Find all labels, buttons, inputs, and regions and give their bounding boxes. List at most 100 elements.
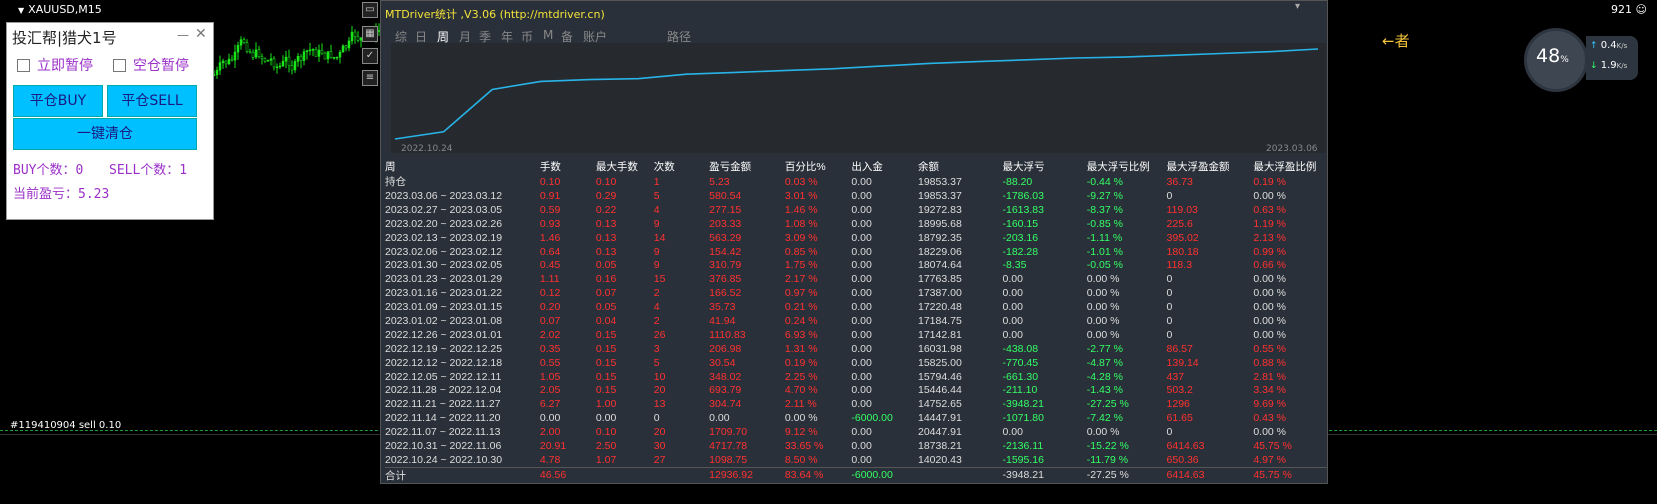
table-cell: 0.00: [851, 370, 872, 383]
table-row[interactable]: 2022.12.26 ~ 2023.01.01 2.02 0.15 26 1110.83…: [385, 328, 1327, 342]
candle-body: [323, 52, 327, 60]
candle-body: [245, 42, 249, 52]
table-row[interactable]: 2023.03.06 ~ 2023.03.12 0.91 0.29 5 580.54 3.…: [385, 189, 1327, 203]
table-cell: 1.05: [539, 370, 561, 383]
col-header[interactable]: 最大浮盈金额: [1167, 159, 1254, 174]
table-cell: -11.79 %: [1086, 453, 1129, 466]
table-row[interactable]: 2022.12.12 ~ 2022.12.18 0.55 0.15 5 30.54 0.1…: [385, 356, 1327, 370]
total-cell: -27.25 %: [1086, 466, 1167, 483]
candle-body: [239, 39, 243, 46]
table-cell: 4: [653, 203, 660, 216]
table-cell: 1.19 %: [1253, 217, 1287, 230]
table-row[interactable]: 2023.01.30 ~ 2023.02.05 0.45 0.05 9 310.79 1.…: [385, 258, 1327, 272]
table-row[interactable]: 2023.02.20 ~ 2023.02.26 0.93 0.13 9 203.33 1.…: [385, 217, 1327, 231]
table-cell: 0.15: [595, 356, 617, 369]
col-header[interactable]: 周: [385, 159, 540, 174]
table-cell: 2.13 %: [1253, 231, 1287, 244]
table-cell: -211.10: [1002, 384, 1038, 397]
close-buy-button[interactable]: 平仓BUY: [13, 85, 103, 117]
candle-body: [218, 62, 222, 71]
table-cell: 0: [1166, 273, 1173, 286]
table-cell: -9.27 %: [1086, 189, 1123, 202]
table-row[interactable]: 2022.11.07 ~ 2022.11.13 2.00 0.10 20 1709.70…: [385, 425, 1327, 439]
table-row[interactable]: 2023.01.09 ~ 2023.01.15 0.20 0.05 4 35.73 0.2…: [385, 300, 1327, 314]
table-cell: 0.15: [595, 342, 617, 355]
network-monitor-widget[interactable]: ↑ 0.4K/s ↓ 1.9K/s 48%: [1524, 28, 1640, 92]
table-cell: 2022.11.21 ~ 2022.11.27: [385, 398, 501, 411]
col-header[interactable]: 最大浮盈比例: [1253, 159, 1327, 174]
candle-body: [341, 45, 345, 53]
pause-empty-checkbox[interactable]: [113, 59, 126, 72]
table-row[interactable]: 2023.02.27 ~ 2023.03.05 0.59 0.22 4 277.15 1.…: [385, 203, 1327, 217]
table-cell: 376.85: [709, 273, 742, 286]
candle-body: [221, 60, 225, 63]
table-cell: 0.00 %: [1086, 328, 1120, 341]
pause-now-checkbox[interactable]: [17, 59, 30, 72]
table-cell: 19272.83: [917, 203, 962, 216]
table-row[interactable]: 2022.12.19 ~ 2022.12.25 0.35 0.15 3 206.98 1.…: [385, 342, 1327, 356]
table-cell: 0.00 %: [1253, 328, 1287, 341]
table-cell: 6414.63: [1166, 439, 1205, 452]
table-cell: -0.44 %: [1086, 175, 1123, 188]
candle-body: [338, 52, 342, 58]
candle-body: [320, 49, 324, 54]
upload-speed: 0.4: [1600, 40, 1617, 51]
candle-body: [263, 58, 267, 62]
candle-body: [335, 56, 339, 59]
table-row[interactable]: 2023.02.06 ~ 2023.02.12 0.64 0.13 9 154.42 0.…: [385, 245, 1327, 259]
table-row[interactable]: 2023.01.02 ~ 2023.01.08 0.07 0.04 2 41.94 0.2…: [385, 314, 1327, 328]
table-row[interactable]: 2023.01.16 ~ 2023.01.22 0.12 0.07 2 166.52 0.…: [385, 286, 1327, 300]
toolbox-icon[interactable]: ▦: [362, 26, 378, 42]
close-sell-button[interactable]: 平仓SELL: [107, 85, 197, 117]
table-row[interactable]: 2022.11.21 ~ 2022.11.27 6.27 1.00 13 304.74 2…: [385, 397, 1327, 411]
table-cell: 0.00 %: [1253, 426, 1287, 439]
col-header[interactable]: 余额: [918, 159, 1003, 174]
table-row[interactable]: 2022.11.28 ~ 2022.12.04 2.05 0.15 20 693.79 4…: [385, 383, 1327, 397]
table-cell: 16031.98: [917, 342, 962, 355]
table-row[interactable]: 持仓 0.10 0.10 1 5.23 0.03 % 0.00 19853.37 -88.20 -…: [385, 174, 1327, 189]
table-row[interactable]: 2022.10.31 ~ 2022.11.06 20.91 2.50 30 4717.7…: [385, 439, 1327, 453]
table-cell: 0.00: [851, 314, 872, 327]
col-header[interactable]: 百分比%: [785, 159, 852, 174]
table-cell: 1709.70: [709, 426, 748, 439]
list-icon[interactable]: ≡: [362, 70, 378, 86]
table-row[interactable]: 2023.01.23 ~ 2023.01.29 1.11 0.16 15 376.85 2…: [385, 272, 1327, 286]
memory-percent: 48%: [1536, 45, 1569, 67]
window-icon[interactable]: ▭: [362, 2, 378, 18]
check-icon[interactable]: ✓: [362, 48, 378, 64]
candle-body: [242, 39, 246, 44]
table-cell: 0.93: [539, 217, 561, 230]
close-all-button[interactable]: 一键清仓: [13, 118, 197, 150]
table-cell: 5.23: [709, 175, 730, 188]
col-header[interactable]: 出入金: [851, 159, 918, 174]
close-icon[interactable]: ✕: [195, 26, 207, 42]
tab-7[interactable]: M: [543, 28, 553, 42]
table-row[interactable]: 2022.12.05 ~ 2022.12.11 1.05 0.15 10 348.02 2…: [385, 370, 1327, 384]
minimize-icon[interactable]: —: [177, 28, 189, 42]
table-cell: 0.00: [1002, 273, 1023, 286]
col-header[interactable]: 最大浮亏比例: [1087, 159, 1167, 174]
table-cell: -4.87 %: [1086, 356, 1123, 369]
col-header[interactable]: 手数: [540, 159, 596, 174]
table-cell: 2.05: [539, 384, 561, 397]
table-cell: 0.00: [1002, 301, 1023, 314]
table-cell: 2: [653, 314, 660, 327]
col-header[interactable]: 最大手数: [596, 159, 654, 174]
total-cell: 合计: [385, 466, 540, 483]
table-cell: 1.46: [539, 231, 561, 244]
collapse-icon[interactable]: ▾: [1295, 1, 1300, 12]
table-row[interactable]: 2023.02.13 ~ 2023.02.19 1.46 0.13 14 563.29 3…: [385, 231, 1327, 245]
col-header[interactable]: 最大浮亏: [1003, 159, 1087, 174]
panel-title: 投汇帮|猎犬1号: [12, 29, 117, 47]
table-cell: 1.07: [595, 453, 617, 466]
table-row[interactable]: 2022.11.14 ~ 2022.11.20 0.00 0.00 0 0.00 0.00…: [385, 411, 1327, 425]
table-cell: 180.18: [1166, 245, 1199, 258]
table-row[interactable]: 2022.10.24 ~ 2022.10.30 4.78 1.07 27 1098.75…: [385, 453, 1327, 467]
table-cell: 0.00: [851, 342, 872, 355]
table-cell: 0.13: [595, 245, 617, 258]
dropdown-triangle-icon[interactable]: ▼: [18, 6, 24, 15]
table-cell: 15825.00: [917, 356, 962, 369]
stats-window-title: MTDriver统计 ,V3.06 (http://mtdriver.cn): [385, 8, 605, 21]
col-header[interactable]: 次数: [654, 159, 709, 174]
col-header[interactable]: 盈亏金额: [709, 159, 785, 174]
